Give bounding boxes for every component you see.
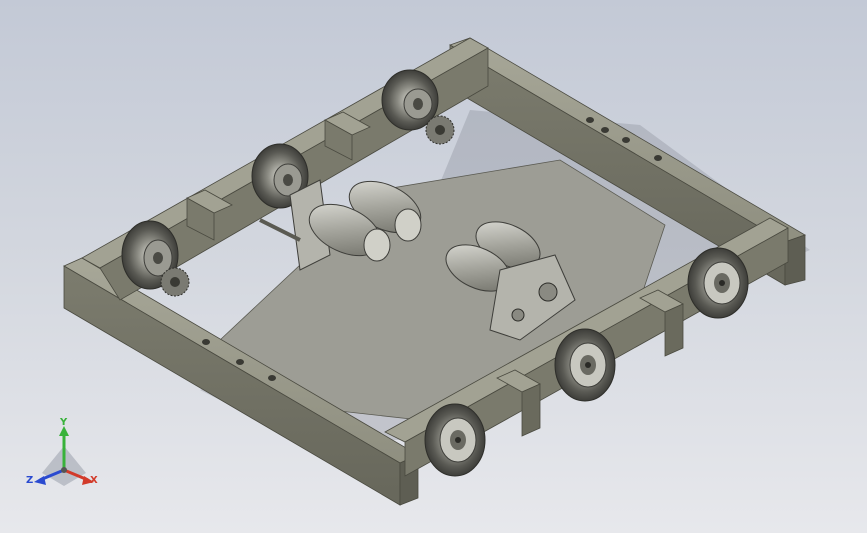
chassis-model[interactable] [0, 0, 867, 533]
sprocket-left-rear [425, 115, 455, 145]
triad-x-label: X [90, 475, 98, 486]
triad-y-label: Y [60, 417, 68, 428]
cad-3d-viewport[interactable]: Y X Z [0, 0, 867, 533]
wheel-right-rear [687, 247, 749, 319]
triad-z-label: Z [26, 475, 34, 486]
triad-graphic [34, 426, 94, 486]
sprocket-left-front [160, 267, 190, 297]
coordinate-triad: Y X Z [26, 418, 106, 498]
wheel-right-front [424, 403, 486, 477]
wheel-right-mid [554, 328, 616, 402]
